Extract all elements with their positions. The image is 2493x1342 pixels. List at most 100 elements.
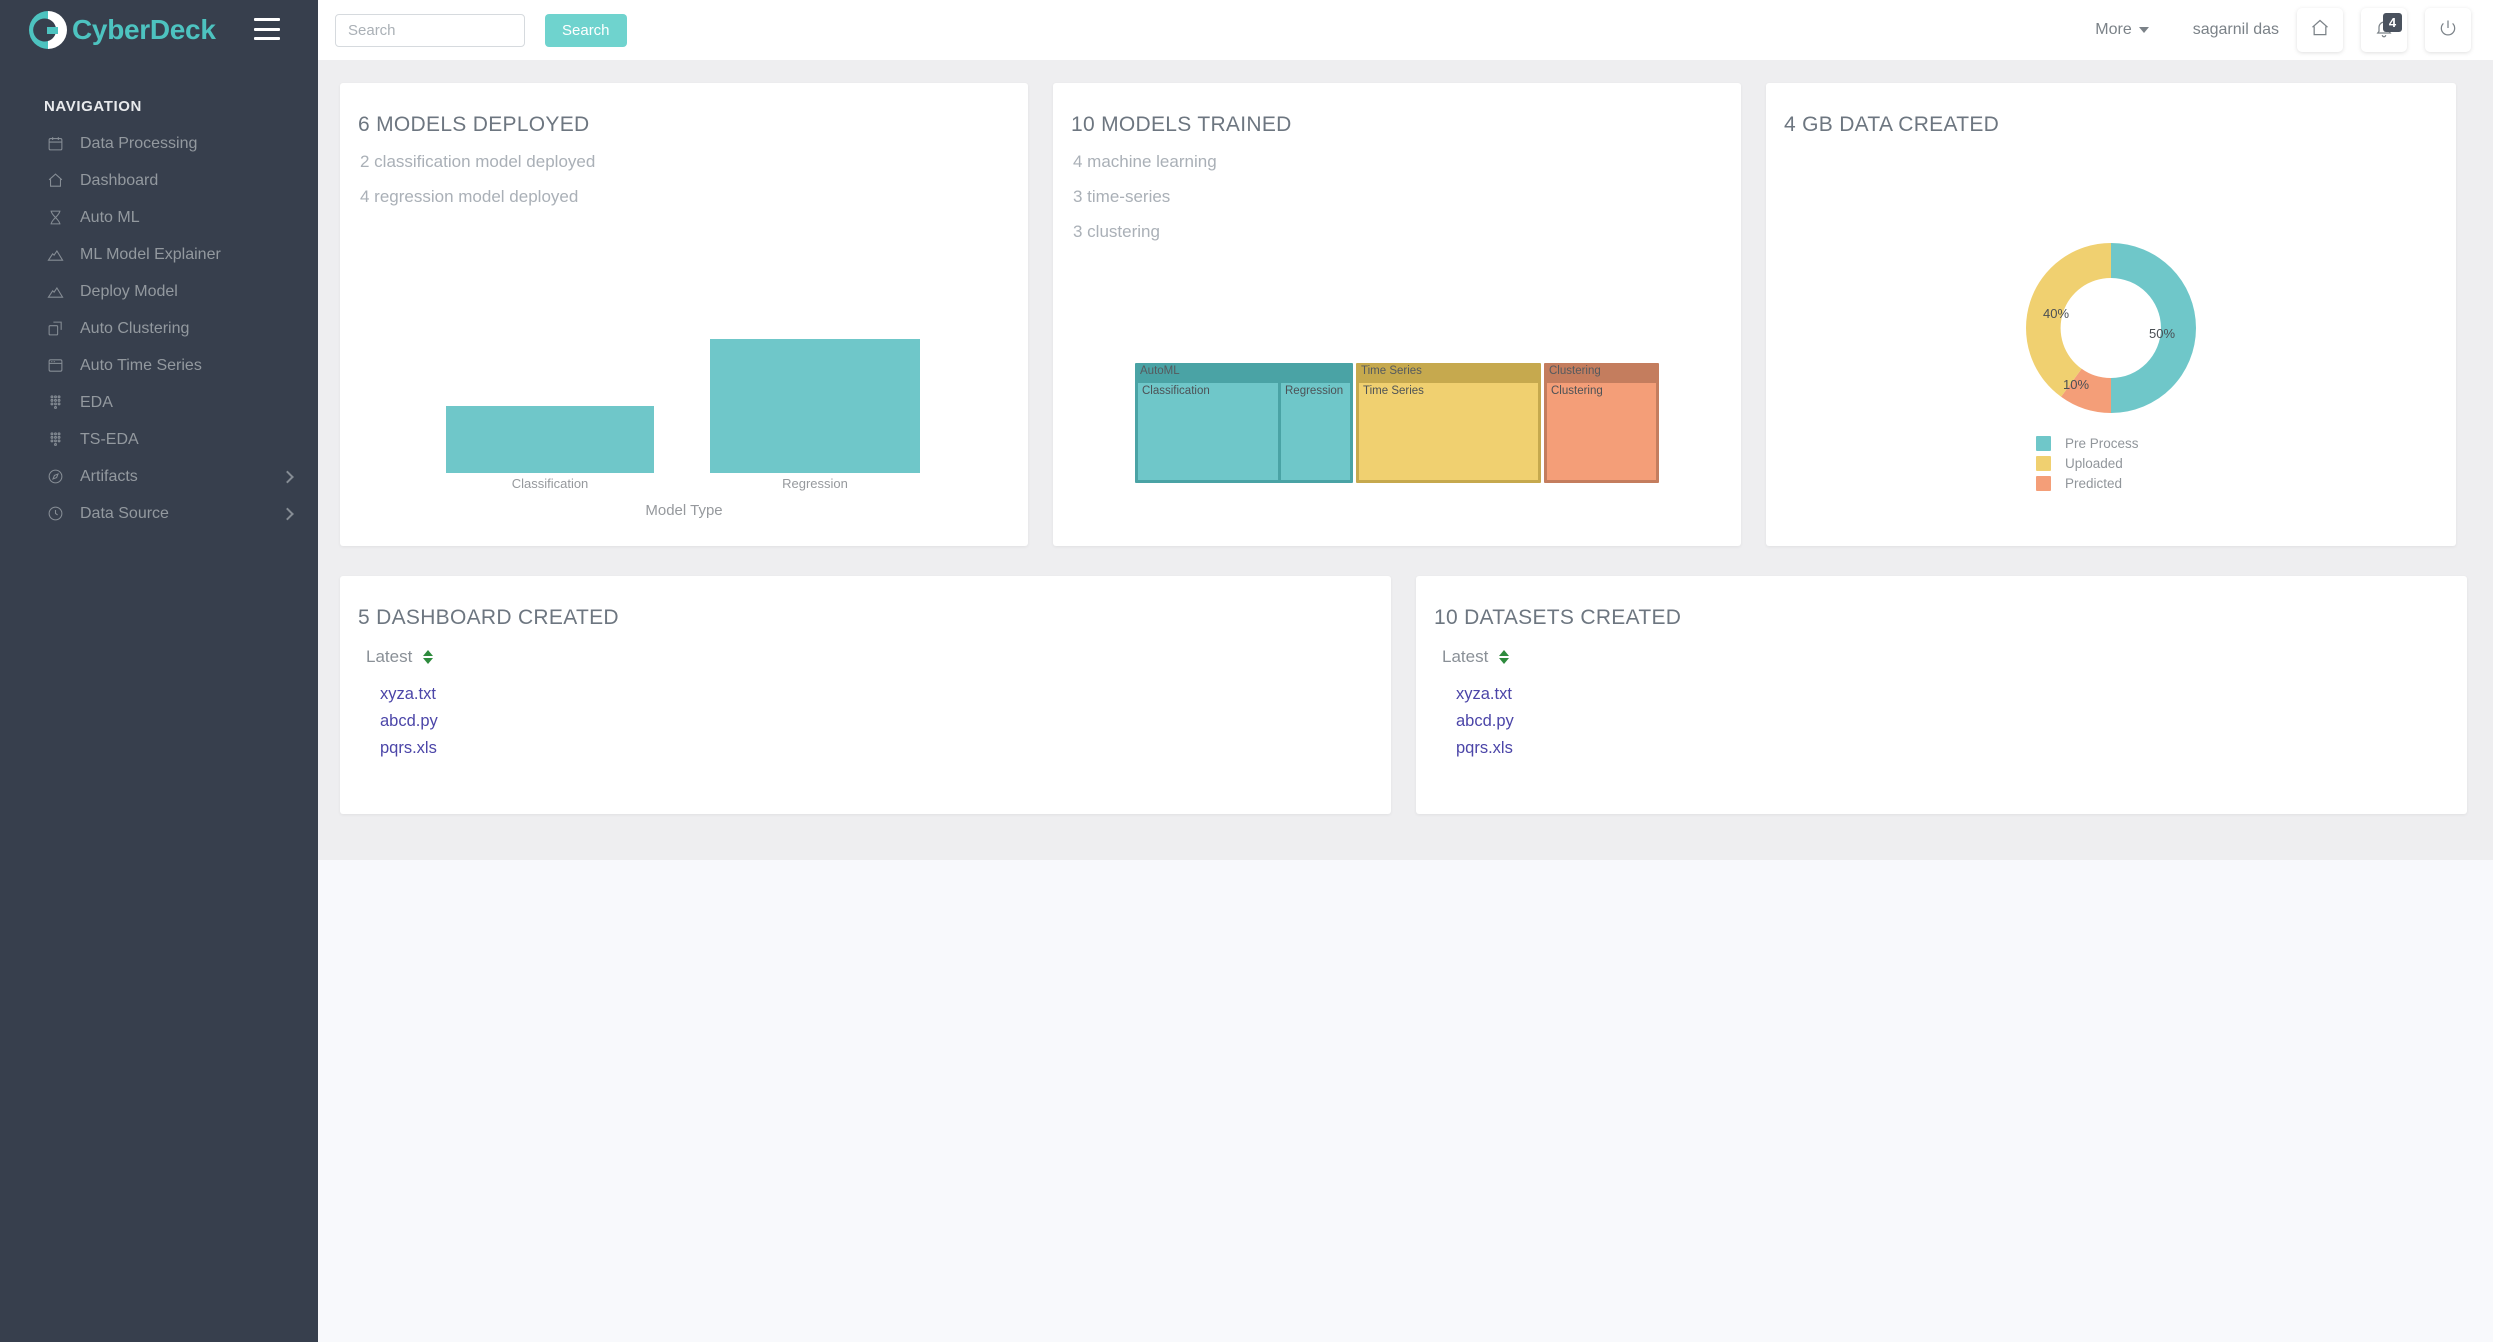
- card-title: 10 MODELS TRAINED: [1071, 113, 1292, 136]
- bar-regression[interactable]: [710, 339, 920, 473]
- bar-label: Regression: [782, 476, 848, 491]
- treemap-group-label: Clustering: [1549, 365, 1601, 377]
- card-models-deployed: 6 MODELS DEPLOYED 2 classification model…: [340, 83, 1028, 546]
- card-models-trained: 10 MODELS TRAINED 4 machine learning 3 t…: [1053, 83, 1741, 546]
- treemap-group-clustering[interactable]: Clustering Clustering: [1544, 363, 1659, 483]
- donut-value-predicted: 10%: [2063, 377, 2089, 392]
- sidebar: CyberDeck NAVIGATION Data Processing Das…: [0, 0, 318, 1342]
- sort-updown-icon: [423, 650, 434, 664]
- calendar-icon: [44, 133, 66, 155]
- dots-grid-icon: [44, 429, 66, 451]
- sort-label: Latest: [366, 647, 413, 666]
- treemap-leaf-time-series[interactable]: Time Series: [1359, 383, 1538, 480]
- app-root: CyberDeck NAVIGATION Data Processing Das…: [0, 0, 2493, 1342]
- home-button[interactable]: [2297, 8, 2343, 52]
- sidebar-item-ml-model-explainer[interactable]: ML Model Explainer: [0, 236, 318, 273]
- header-right-group: More sagarnil das 4: [2095, 8, 2493, 52]
- dots-grid-icon: [44, 392, 66, 414]
- sidebar-item-deploy-model[interactable]: Deploy Model: [0, 273, 318, 310]
- sidebar-toggle-button[interactable]: [254, 18, 280, 40]
- cyberdeck-logo-icon: [18, 7, 70, 53]
- sidebar-item-label: Deploy Model: [80, 282, 178, 300]
- dna-icon: [44, 207, 66, 229]
- treemap-leaf-clustering[interactable]: Clustering: [1547, 383, 1656, 480]
- sidebar-item-artifacts[interactable]: Artifacts: [0, 458, 318, 495]
- bottom-card-row: 5 DASHBOARD CREATED Latest xyza.txt abcd…: [340, 576, 2471, 814]
- chevron-down-icon: [2138, 27, 2149, 33]
- chevron-right-icon: [281, 507, 294, 520]
- legend-swatch: [2036, 476, 2051, 491]
- treemap-leaf-label: Classification: [1142, 385, 1210, 397]
- brand-name: CyberDeck: [72, 14, 216, 45]
- mountains-icon: [44, 281, 66, 303]
- sidebar-item-auto-time-series[interactable]: Auto Time Series: [0, 347, 318, 384]
- sidebar-item-label: TS-EDA: [80, 430, 139, 448]
- donut-chart-data-created: 50% 40% 10% Pre Process Uploaded Predict…: [1766, 233, 2456, 496]
- donut-value-uploaded: 40%: [2043, 306, 2069, 321]
- dashboard-main: 6 MODELS DEPLOYED 2 classification model…: [318, 60, 2493, 860]
- treemap-leaf-label: Time Series: [1363, 385, 1424, 397]
- card-subtitle: 3 time-series: [1073, 187, 1171, 206]
- search-button[interactable]: Search: [545, 13, 627, 47]
- list-item[interactable]: abcd.py: [1456, 708, 1514, 735]
- treemap-leaf-classification[interactable]: Classification: [1138, 383, 1278, 480]
- treemap-group-label: AutoML: [1140, 365, 1180, 377]
- card-title: 6 MODELS DEPLOYED: [358, 113, 590, 136]
- sidebar-item-dashboard[interactable]: Dashboard: [0, 162, 318, 199]
- sidebar-item-label: Auto Clustering: [80, 319, 190, 337]
- chevron-right-icon: [281, 470, 294, 483]
- treemap-group-time-series[interactable]: Time Series Time Series: [1356, 363, 1541, 483]
- legend-swatch: [2036, 436, 2051, 451]
- sidebar-item-data-processing[interactable]: Data Processing: [0, 125, 318, 162]
- window-icon: [44, 355, 66, 377]
- sidebar-item-label: Auto ML: [80, 208, 140, 226]
- treemap-group-automl[interactable]: AutoML Classification Regression: [1135, 363, 1353, 483]
- donut-value-pre-process: 50%: [2149, 326, 2175, 341]
- sidebar-item-eda[interactable]: EDA: [0, 384, 318, 421]
- card-subtitle: 4 machine learning: [1073, 152, 1217, 171]
- list-item[interactable]: xyza.txt: [1456, 681, 1512, 708]
- nav-heading: NAVIGATION: [44, 98, 142, 115]
- copy-icon: [44, 318, 66, 340]
- legend-item[interactable]: Predicted: [2036, 476, 2186, 491]
- card-subtitle: 4 regression model deployed: [360, 187, 579, 206]
- treemap-leaf-regression[interactable]: Regression: [1281, 383, 1350, 480]
- sort-control-dashboard[interactable]: Latest: [340, 630, 434, 667]
- notification-badge: 4: [2383, 13, 2402, 32]
- sort-control-datasets[interactable]: Latest: [1416, 630, 1510, 667]
- search-input[interactable]: [335, 13, 525, 47]
- power-button[interactable]: [2425, 8, 2471, 52]
- legend-label: Pre Process: [2065, 436, 2139, 451]
- brand[interactable]: CyberDeck: [0, 0, 318, 60]
- list-item[interactable]: xyza.txt: [380, 681, 436, 708]
- card-title: 4 GB DATA CREATED: [1784, 113, 2000, 136]
- more-label: More: [2095, 21, 2132, 38]
- legend-swatch: [2036, 456, 2051, 471]
- username-label[interactable]: sagarnil das: [2193, 21, 2279, 39]
- list-item[interactable]: pqrs.xls: [380, 735, 437, 762]
- card-dashboard-created: 5 DASHBOARD CREATED Latest xyza.txt abcd…: [340, 576, 1391, 814]
- datasets-file-list: xyza.txt abcd.py pqrs.xls: [1416, 667, 2467, 762]
- sidebar-item-ts-eda[interactable]: TS-EDA: [0, 421, 318, 458]
- treemap-leaf-label: Clustering: [1551, 385, 1603, 397]
- sidebar-item-auto-clustering[interactable]: Auto Clustering: [0, 310, 318, 347]
- sidebar-item-label: EDA: [80, 393, 113, 411]
- treemap-models-trained: AutoML Classification Regression Time Se…: [1135, 363, 1659, 483]
- list-item[interactable]: pqrs.xls: [1456, 735, 1513, 762]
- dashboard-file-list: xyza.txt abcd.py pqrs.xls: [340, 667, 1391, 762]
- home-icon: [44, 170, 66, 192]
- bar-label: Classification: [511, 476, 589, 491]
- bar-classification[interactable]: [446, 406, 654, 473]
- legend-item[interactable]: Pre Process: [2036, 436, 2186, 451]
- notifications-button[interactable]: 4: [2361, 8, 2407, 52]
- sidebar-item-data-source[interactable]: Data Source: [0, 495, 318, 532]
- bar-chart-plot-area: Classification Regression: [340, 338, 1028, 491]
- legend-item[interactable]: Uploaded: [2036, 456, 2186, 471]
- card-title: 5 DASHBOARD CREATED: [358, 606, 619, 629]
- legend-label: Predicted: [2065, 476, 2123, 491]
- treemap-leaf-label: Regression: [1285, 385, 1344, 397]
- more-dropdown[interactable]: More: [2095, 21, 2149, 39]
- sidebar-item-auto-ml[interactable]: Auto ML: [0, 199, 318, 236]
- list-item[interactable]: abcd.py: [380, 708, 438, 735]
- card-subtitle: 2 classification model deployed: [360, 152, 596, 171]
